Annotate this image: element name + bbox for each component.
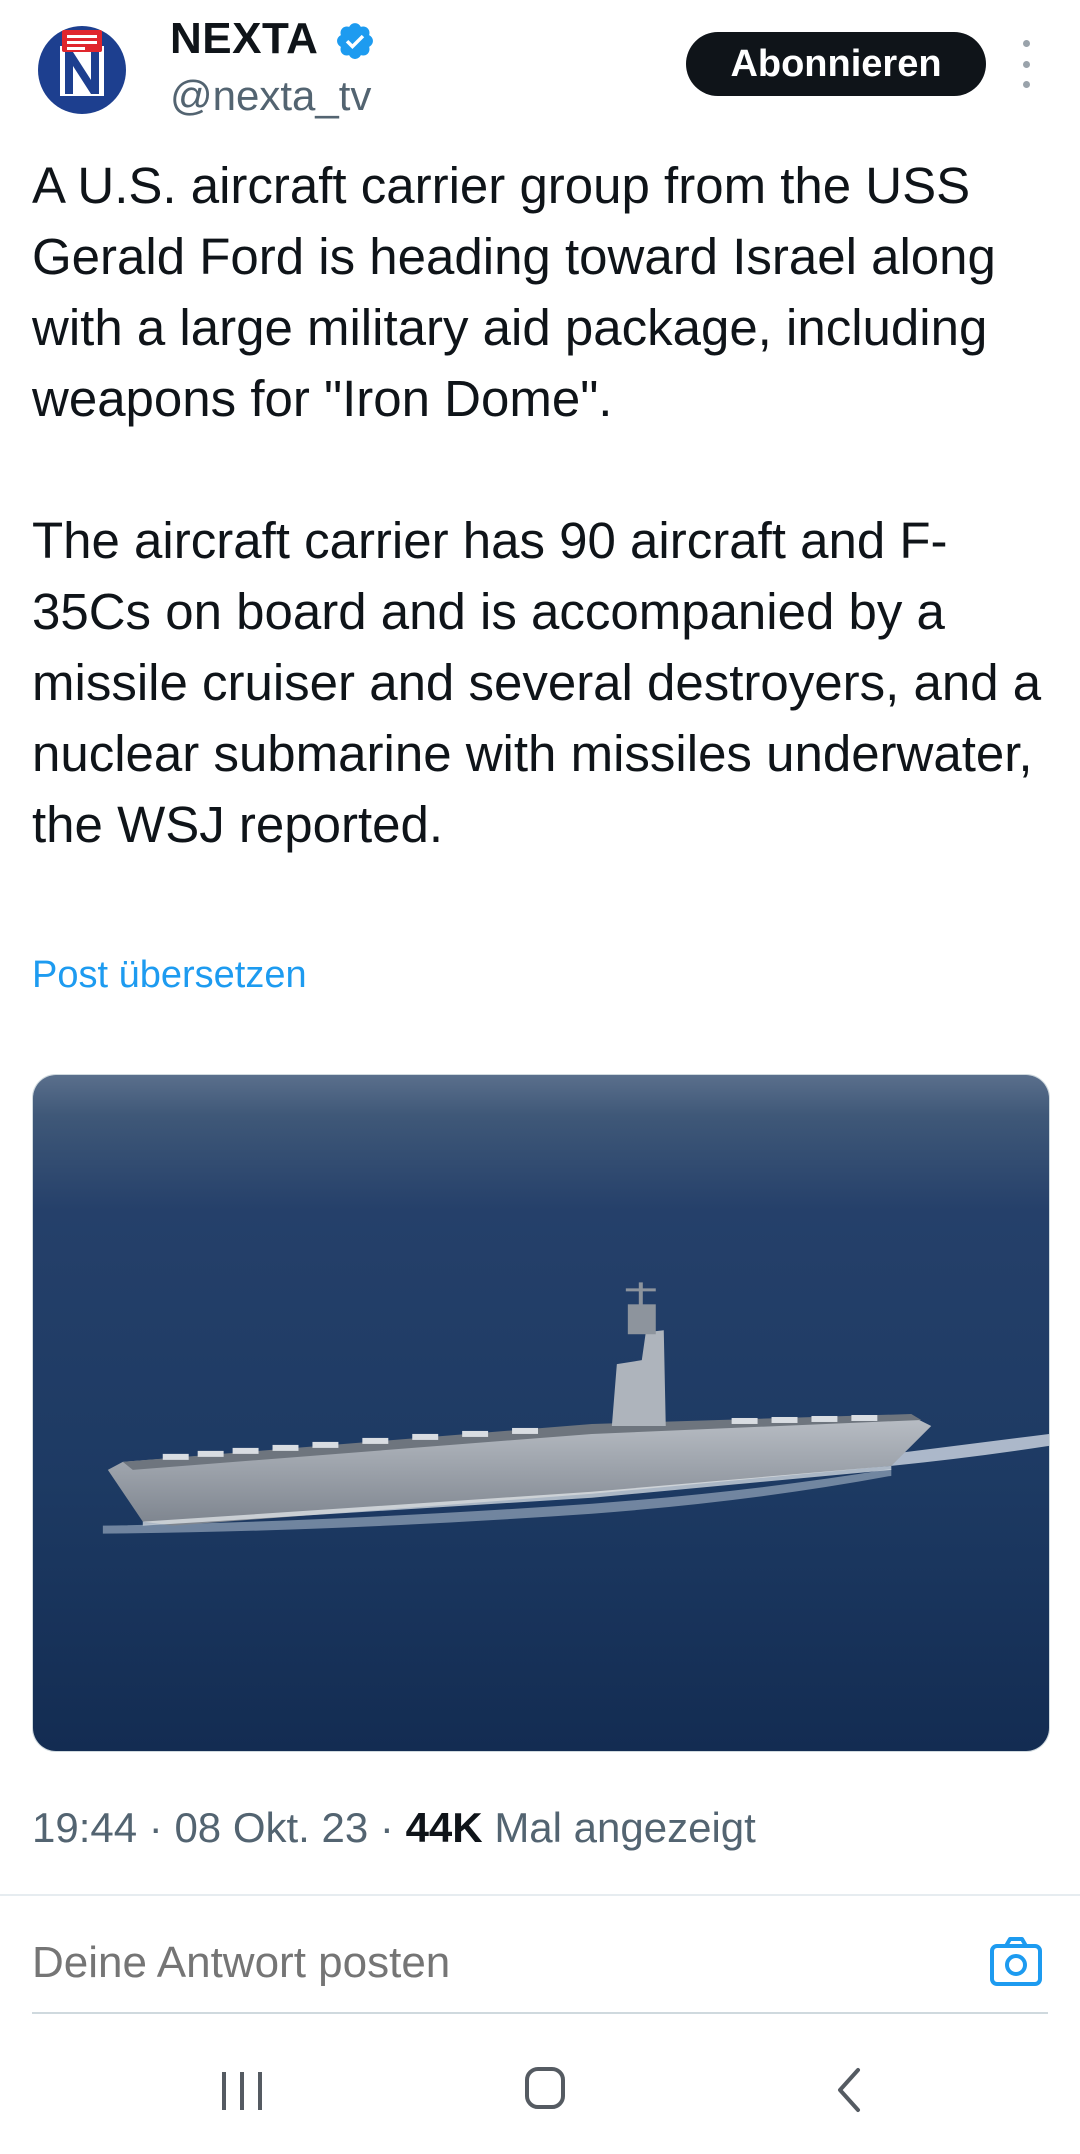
views-count[interactable]: 44K	[406, 1804, 483, 1851]
tweet-media-image[interactable]	[32, 1074, 1050, 1752]
tweet-date[interactable]: 08 Okt. 23	[174, 1804, 368, 1851]
aircraft-carrier-photo	[33, 1075, 1049, 1751]
divider	[0, 1894, 1080, 1896]
account-handle[interactable]: @nexta_tv	[170, 72, 371, 120]
tweet-header: NEXTA @nexta_tv Abonnieren	[0, 0, 1080, 140]
tweet-detail-screen: NEXTA @nexta_tv Abonnieren A U.S. aircra…	[0, 0, 1080, 2154]
nexta-logo-icon	[38, 26, 126, 114]
tweet-paragraph: A U.S. aircraft carrier group from the U…	[32, 157, 996, 427]
display-name[interactable]: NEXTA	[170, 14, 318, 64]
tweet-meta: 19:44 · 08 Okt. 23 · 44K Mal angezeigt	[32, 1804, 756, 1852]
separator: ·	[379, 1804, 394, 1851]
back-icon[interactable]	[834, 2066, 862, 2114]
tweet-time[interactable]: 19:44	[32, 1804, 137, 1851]
camera-icon[interactable]	[988, 1936, 1044, 1988]
avatar[interactable]	[34, 22, 130, 118]
subscribe-button[interactable]: Abonnieren	[686, 32, 986, 96]
divider	[32, 2012, 1048, 2014]
tweet-text: A U.S. aircraft carrier group from the U…	[32, 150, 1062, 860]
separator: ·	[148, 1804, 163, 1851]
verified-badge-icon	[337, 23, 373, 59]
more-options-icon[interactable]	[1014, 40, 1038, 88]
dot	[1022, 40, 1030, 47]
system-navigation-bar	[0, 2030, 1080, 2154]
tweet-paragraph: The aircraft carrier has 90 aircraft and…	[32, 512, 1042, 853]
dot	[1022, 81, 1030, 88]
home-icon[interactable]	[524, 2066, 566, 2110]
reply-input[interactable]	[32, 1938, 932, 1988]
recents-icon[interactable]	[220, 2068, 264, 2114]
views-label: Mal angezeigt	[494, 1804, 756, 1851]
translate-link[interactable]: Post übersetzen	[32, 954, 307, 997]
dot	[1022, 60, 1030, 68]
